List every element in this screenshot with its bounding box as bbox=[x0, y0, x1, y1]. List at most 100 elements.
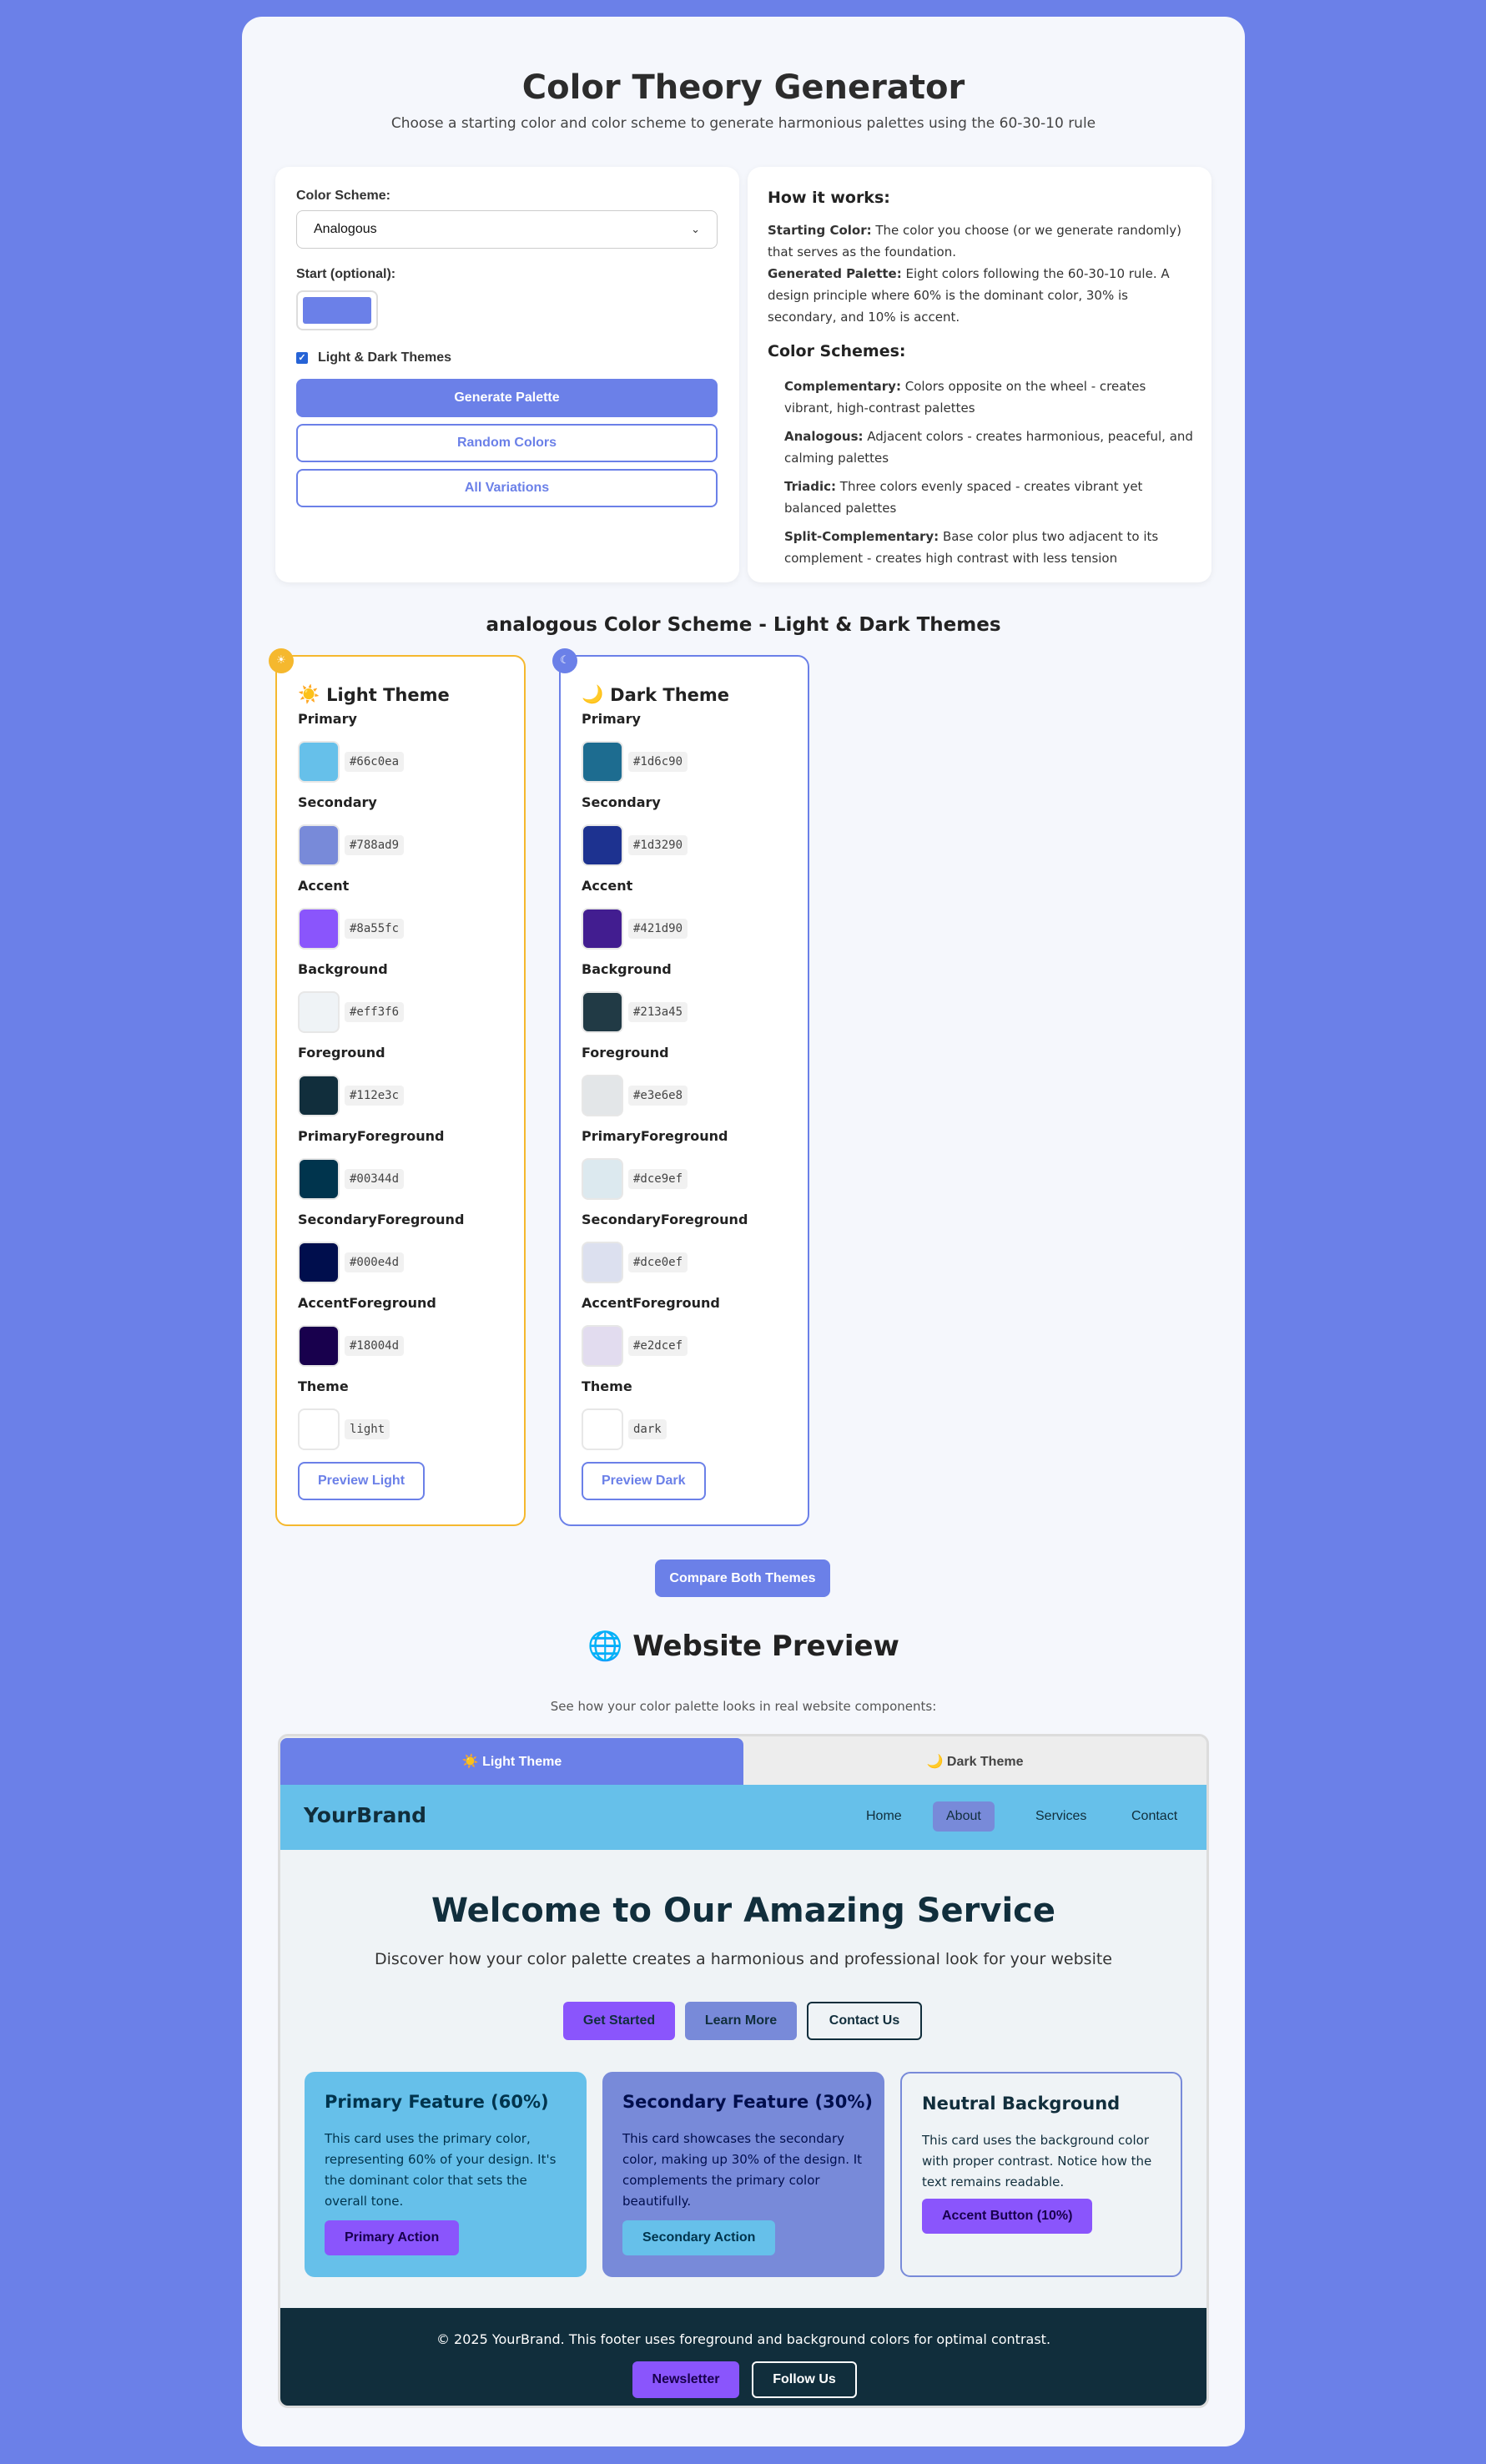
scheme-term: Split-Complementary: bbox=[784, 529, 939, 544]
color-name: PrimaryForeground bbox=[582, 1128, 728, 1144]
follow-us-button[interactable]: Follow Us bbox=[752, 2361, 857, 2398]
nav-link-services[interactable]: Services bbox=[1022, 1801, 1100, 1832]
color-hex[interactable]: #421d90 bbox=[628, 919, 688, 939]
color-swatch[interactable] bbox=[298, 824, 340, 866]
color-swatch[interactable] bbox=[298, 1158, 340, 1200]
site-brand[interactable]: YourBrand bbox=[304, 1803, 426, 1827]
color-line: #1d6c90 bbox=[582, 741, 688, 783]
color-hex[interactable]: #dce9ef bbox=[628, 1169, 688, 1189]
color-name: SecondaryForeground bbox=[298, 1212, 465, 1227]
color-hex[interactable]: #dce0ef bbox=[628, 1252, 688, 1272]
color-name: SecondaryForeground bbox=[582, 1212, 748, 1227]
color-line: light bbox=[298, 1408, 390, 1450]
color-hex[interactable]: #1d6c90 bbox=[628, 752, 688, 772]
color-swatch[interactable] bbox=[582, 1158, 623, 1200]
start-color-picker[interactable] bbox=[296, 290, 378, 330]
color-swatch[interactable] bbox=[298, 741, 340, 783]
themes-toggle[interactable]: ✓ Light & Dark Themes bbox=[296, 350, 451, 365]
learn-more-button[interactable]: Learn More bbox=[685, 2002, 797, 2040]
preview-dark-button[interactable]: Preview Dark bbox=[582, 1462, 706, 1500]
scheme-item: Split-Complementary: Base color plus two… bbox=[784, 526, 1193, 569]
color-swatch[interactable] bbox=[582, 1242, 623, 1283]
contact-us-button[interactable]: Contact Us bbox=[807, 2002, 922, 2040]
color-line: #112e3c bbox=[298, 1075, 405, 1116]
color-swatch[interactable] bbox=[298, 991, 340, 1033]
color-hex[interactable]: dark bbox=[628, 1419, 667, 1439]
color-line: #dce9ef bbox=[582, 1158, 688, 1200]
color-hex[interactable]: light bbox=[345, 1419, 390, 1439]
scheme-select[interactable]: Analogous ⌄ bbox=[296, 210, 718, 249]
page-subtitle: Choose a starting color and color scheme… bbox=[390, 115, 1096, 132]
nav-link-home[interactable]: Home bbox=[853, 1801, 915, 1832]
tab-dark-theme[interactable]: 🌙 Dark Theme bbox=[743, 1738, 1206, 1785]
color-swatch[interactable] bbox=[582, 908, 623, 950]
color-hex[interactable]: #112e3c bbox=[345, 1086, 405, 1106]
info-card: How it works: Starting Color: The color … bbox=[748, 167, 1211, 582]
nav-link-contact[interactable]: Contact bbox=[1118, 1801, 1191, 1832]
color-swatch[interactable] bbox=[298, 1242, 340, 1283]
generate-palette-button[interactable]: Generate Palette bbox=[296, 379, 718, 417]
color-name: AccentForeground bbox=[582, 1295, 720, 1311]
color-swatch[interactable] bbox=[582, 991, 623, 1033]
color-name: Foreground bbox=[298, 1045, 385, 1061]
all-variations-button[interactable]: All Variations bbox=[296, 469, 718, 507]
nav-link-about[interactable]: About bbox=[933, 1801, 995, 1832]
color-row: Theme light bbox=[298, 1378, 515, 1450]
color-hex[interactable]: #eff3f6 bbox=[345, 1002, 405, 1022]
color-row: Accent #8a55fc bbox=[298, 878, 515, 950]
color-swatch[interactable] bbox=[298, 1325, 340, 1367]
light-theme-title: Light Theme bbox=[326, 684, 450, 705]
color-swatch[interactable] bbox=[582, 1408, 623, 1450]
generated-palette-term: Generated Palette: bbox=[768, 266, 902, 281]
color-row: AccentForeground #18004d bbox=[298, 1295, 515, 1367]
color-hex[interactable]: #213a45 bbox=[628, 1002, 688, 1022]
light-theme-heading: ☀️ Light Theme bbox=[298, 684, 450, 705]
site-footer: © 2025 YourBrand. This footer uses foreg… bbox=[280, 2308, 1206, 2406]
how-it-works-title: How it works: bbox=[768, 189, 890, 207]
secondary-action-button[interactable]: Secondary Action bbox=[622, 2220, 776, 2255]
light-theme-card: ☀ ☀️ Light Theme Primary #66c0ea Secondary… bbox=[269, 648, 526, 1526]
get-started-button[interactable]: Get Started bbox=[563, 2002, 675, 2040]
color-name: Secondary bbox=[298, 794, 377, 810]
tab-light-theme[interactable]: ☀️ Light Theme bbox=[280, 1738, 743, 1785]
color-row: Primary #66c0ea bbox=[298, 711, 515, 783]
color-swatch[interactable] bbox=[582, 824, 623, 866]
color-swatch[interactable] bbox=[298, 1075, 340, 1116]
color-line: #eff3f6 bbox=[298, 991, 405, 1033]
themes-checkbox[interactable]: ✓ bbox=[296, 352, 308, 364]
primary-feature-card: Primary Feature (60%) This card uses the… bbox=[305, 2072, 587, 2277]
moon-icon: 🌙 bbox=[582, 684, 604, 704]
results-title: analogous Color Scheme - Light & Dark Th… bbox=[486, 614, 1001, 636]
color-line: #000e4d bbox=[298, 1242, 405, 1283]
card-title: Primary Feature (60%) bbox=[325, 2092, 549, 2112]
accent-button[interactable]: Accent Button (10%) bbox=[922, 2199, 1093, 2234]
moon-icon: ☾ bbox=[552, 648, 577, 673]
color-swatch[interactable] bbox=[582, 1075, 623, 1116]
color-hex[interactable]: #e3e6e8 bbox=[628, 1086, 688, 1106]
color-swatch[interactable] bbox=[582, 1325, 623, 1367]
card-title: Neutral Background bbox=[922, 2094, 1121, 2114]
color-hex[interactable]: #e2dcef bbox=[628, 1336, 688, 1356]
color-hex[interactable]: #1d3290 bbox=[628, 835, 688, 855]
color-swatch[interactable] bbox=[582, 741, 623, 783]
website-preview-subtitle: See how your color palette looks in real… bbox=[550, 1699, 937, 1714]
color-swatch[interactable] bbox=[298, 1408, 340, 1450]
preview-light-button[interactable]: Preview Light bbox=[298, 1462, 426, 1500]
color-hex[interactable]: #00344d bbox=[345, 1169, 405, 1189]
primary-action-button[interactable]: Primary Action bbox=[325, 2220, 460, 2255]
color-hex[interactable]: #66c0ea bbox=[345, 752, 405, 772]
color-name: Theme bbox=[298, 1378, 349, 1394]
website-preview-title: 🌐 Website Preview bbox=[242, 1630, 1245, 1663]
color-name: Accent bbox=[298, 878, 350, 894]
color-hex[interactable]: #000e4d bbox=[345, 1252, 405, 1272]
color-swatch[interactable] bbox=[298, 908, 340, 950]
random-colors-button[interactable]: Random Colors bbox=[296, 424, 718, 462]
color-hex[interactable]: #8a55fc bbox=[345, 919, 405, 939]
scheme-item: Analogous: Adjacent colors - creates har… bbox=[784, 426, 1193, 469]
dark-theme-card: ☾ 🌙 Dark Theme Primary #1d6c90 Secondary #1… bbox=[552, 648, 809, 1526]
color-hex[interactable]: #788ad9 bbox=[345, 835, 405, 855]
color-hex[interactable]: #18004d bbox=[345, 1336, 405, 1356]
compare-themes-button[interactable]: Compare Both Themes bbox=[655, 1560, 830, 1597]
starting-color-term: Starting Color: bbox=[768, 223, 872, 238]
newsletter-button[interactable]: Newsletter bbox=[632, 2361, 739, 2398]
